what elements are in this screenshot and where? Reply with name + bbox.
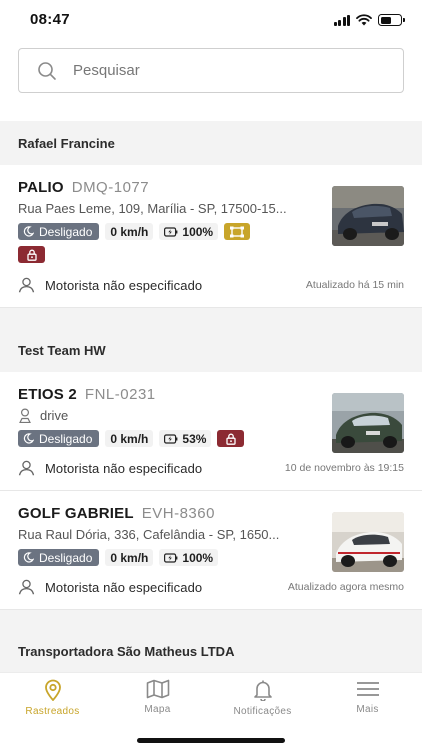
status-off-chip: Desligado <box>18 430 100 447</box>
lock-badge <box>18 246 45 263</box>
tab-label: Mais <box>356 704 379 715</box>
driver-label: Motorista não especificado <box>45 460 203 476</box>
status-off-label: Desligado <box>39 224 93 239</box>
group-spacer <box>0 610 422 630</box>
wifi-icon <box>356 14 372 26</box>
location-person-icon <box>19 408 31 423</box>
speed-value: 0 km/h <box>110 224 149 239</box>
vehicle-address: Rua Raul Dória, 336, Cafelândia - SP, 16… <box>18 527 280 542</box>
group-header: Transportadora São Matheus LTDA <box>0 630 422 672</box>
moon-icon <box>23 552 34 563</box>
vehicle-address: Rua Paes Leme, 109, Marília - SP, 17500-… <box>18 201 287 216</box>
driver-label: Motorista não especificado <box>45 579 203 595</box>
vehicle-thumbnail <box>332 393 404 453</box>
home-indicator <box>137 738 285 743</box>
lock-icon <box>226 433 236 445</box>
lock-icon <box>26 249 37 261</box>
group-name: Test Team HW <box>18 342 106 358</box>
vehicle-card-palio[interactable]: PALIO DMQ-1077 Rua Paes Leme, 109, Maríl… <box>0 165 422 307</box>
battery-value: 53% <box>182 431 207 446</box>
group-header: Rafael Francine <box>0 121 422 165</box>
updated-label: Atualizado agora mesmo <box>287 581 404 593</box>
location-label: drive <box>40 408 69 423</box>
bell-icon <box>253 680 272 701</box>
map-icon <box>146 679 169 699</box>
group-header: Test Team HW <box>0 328 422 372</box>
status-icons <box>333 14 405 26</box>
status-time: 08:47 <box>30 11 70 28</box>
status-off-label: Desligado <box>39 550 93 565</box>
battery-chip: 100% <box>159 223 219 240</box>
battery-chip: 100% <box>159 549 219 566</box>
tab-notificacoes[interactable]: Notificações <box>210 679 315 717</box>
battery-charge-icon <box>164 552 178 563</box>
person-icon <box>18 277 35 293</box>
vehicle-plate: DMQ-1077 <box>71 179 150 196</box>
tab-label: Rastreados <box>25 706 80 717</box>
vehicle-name: PALIO <box>18 179 64 196</box>
person-icon <box>18 579 35 595</box>
menu-icon <box>356 682 379 696</box>
speed-chip: 0 km/h <box>105 223 154 240</box>
vehicle-footer: Motorista não especificado Atualizado há… <box>18 277 404 293</box>
search-bar[interactable] <box>18 48 404 93</box>
group-name: Transportadora São Matheus LTDA <box>18 643 235 659</box>
group-name: Rafael Francine <box>18 135 115 151</box>
vehicle-status-chips: Desligado 0 km/h 100% <box>18 549 219 566</box>
vehicle-name: GOLF GABRIEL <box>18 505 134 522</box>
speed-chip: 0 km/h <box>105 549 154 566</box>
battery-charge-icon <box>164 226 178 237</box>
group-spacer <box>0 308 422 328</box>
vehicle-card-etios[interactable]: ETIOS 2 FNL-0231 drive Desligado 0 km/h … <box>0 372 422 490</box>
vehicle-name: ETIOS 2 <box>18 386 77 403</box>
tab-mais[interactable]: Mais <box>315 679 420 715</box>
tab-rastreados[interactable]: Rastreados <box>0 679 105 717</box>
status-bar: 08:47 <box>0 0 422 42</box>
status-off-chip: Desligado <box>18 223 100 240</box>
battery-value: 100% <box>182 550 214 565</box>
updated-label: 10 de novembro às 19:15 <box>284 462 404 474</box>
battery-chip: 53% <box>159 430 212 447</box>
tab-label: Mapa <box>144 704 171 715</box>
vehicle-title: GOLF GABRIEL EVH-8360 <box>18 505 215 522</box>
speed-chip: 0 km/h <box>105 430 154 447</box>
status-off-label: Desligado <box>39 431 93 446</box>
updated-label: Atualizado há 15 min <box>305 279 404 291</box>
search-icon <box>38 61 56 80</box>
expand-frame-icon <box>230 226 245 237</box>
vehicle-card-golf[interactable]: GOLF GABRIEL EVH-8360 Rua Raul Dória, 33… <box>0 491 422 609</box>
battery-icon <box>378 14 405 26</box>
vehicle-thumbnail <box>332 186 404 246</box>
vehicle-status-chips: Desligado 0 km/h 100% <box>18 223 251 240</box>
vehicle-footer: Motorista não especificado Atualizado ag… <box>18 579 404 595</box>
tab-label: Notificações <box>233 706 292 717</box>
lock-badge <box>217 430 245 447</box>
vehicle-thumbnail <box>332 512 404 572</box>
location-pin-icon <box>44 679 61 701</box>
moon-icon <box>23 433 34 444</box>
vehicle-plate: FNL-0231 <box>84 386 156 403</box>
vehicle-location: drive <box>18 408 313 423</box>
search-input[interactable] <box>73 62 373 79</box>
battery-value: 100% <box>182 224 214 239</box>
status-off-chip: Desligado <box>18 549 100 566</box>
moon-icon <box>23 226 34 237</box>
speed-value: 0 km/h <box>110 431 149 446</box>
vehicle-plate: EVH-8360 <box>141 505 215 522</box>
vehicle-status-chips: Desligado 0 km/h 53% <box>18 430 245 447</box>
battery-charge-icon <box>164 433 178 444</box>
vehicle-title: PALIO DMQ-1077 <box>18 179 149 196</box>
geofence-badge <box>224 223 251 240</box>
vehicle-title: ETIOS 2 FNL-0231 <box>18 386 156 403</box>
person-icon <box>18 460 35 476</box>
driver-label: Motorista não especificado <box>45 277 203 293</box>
speed-value: 0 km/h <box>110 550 149 565</box>
vehicle-footer: Motorista não especificado 10 de novembr… <box>18 460 404 476</box>
tab-mapa[interactable]: Mapa <box>105 679 210 715</box>
cellular-signal-icon <box>333 14 350 26</box>
vehicle-lock-row <box>18 246 45 263</box>
